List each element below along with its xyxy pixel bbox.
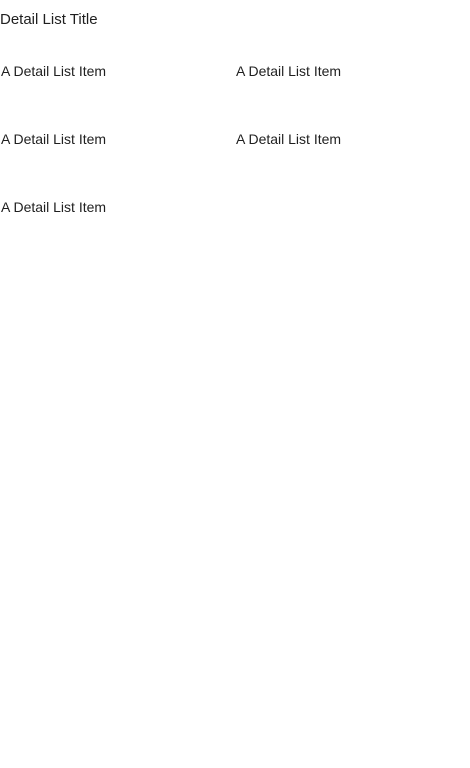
detail-list-item-1: A Detail List Item xyxy=(1,63,107,79)
detail-list-item-4: A Detail List Item xyxy=(236,131,342,147)
detail-list-item-3: A Detail List Item xyxy=(1,131,107,147)
detail-list-title: Detail List Title xyxy=(0,11,98,28)
page: Detail List Title A Detail List Item A D… xyxy=(0,0,470,768)
detail-list: A Detail List Item A Detail List Item A … xyxy=(1,63,470,267)
detail-list-item-2: A Detail List Item xyxy=(236,63,342,79)
detail-list-item-5: A Detail List Item xyxy=(1,199,107,215)
